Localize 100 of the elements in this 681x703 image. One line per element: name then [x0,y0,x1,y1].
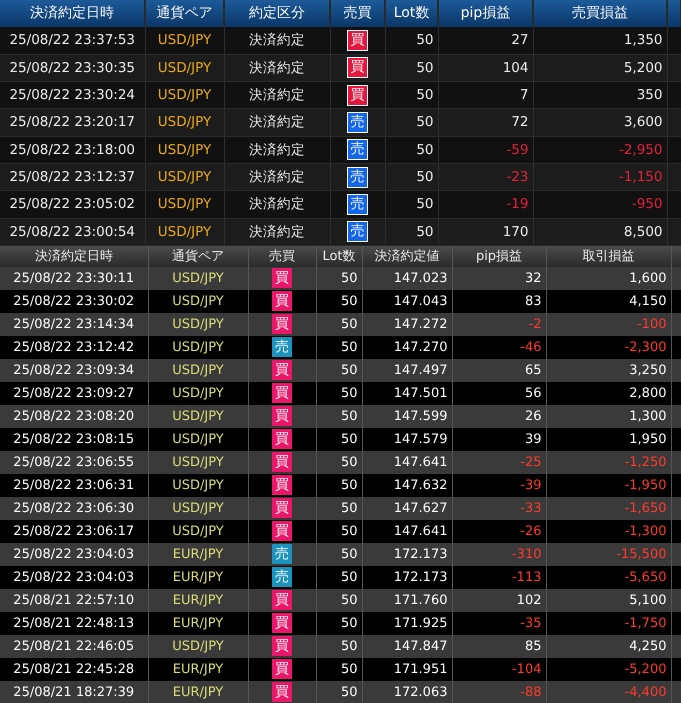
table-cell: 50 [385,54,438,82]
table-cell: 25/08/22 23:08:20 [0,404,148,428]
table-cell: -88 [452,680,546,703]
table-cell: USD/JPY [148,266,248,290]
table-cell: 26 [452,404,546,428]
table-cell: USD/JPY [148,450,248,474]
table-cell: USD/JPY [145,136,224,164]
side-badge: 買 [272,590,292,610]
table-cell: 85 [452,634,546,658]
table-cell: -4,400 [546,680,671,703]
table-cell: 25/08/22 23:04:03 [0,566,148,589]
table-cell: -23 [438,163,533,191]
table-cell: 5,100 [546,588,671,612]
side-badge: 買 [272,360,292,380]
side-badge: 買 [347,30,368,51]
table-cell: 25/08/22 23:37:53 [0,27,145,54]
side-badge: 買 [272,498,292,518]
table-cell: 50 [316,336,362,359]
table-cell: 3,250 [546,358,671,382]
table-cell: -59 [438,136,533,164]
table-cell: -5,650 [546,566,671,589]
table-cell: 決済約定 [224,163,330,191]
side-badge: 売 [347,112,368,134]
table-cell: 3,600 [533,108,667,136]
table-cell: 25/08/22 23:12:42 [0,336,148,359]
table-cell: 50 [316,520,362,543]
table-cell: 4,150 [546,290,671,313]
table-cell: USD/JPY [148,428,248,451]
table-cell: -1,150 [533,163,667,191]
table-cell: 50 [316,566,362,589]
table-cell: USD/JPY [148,520,248,543]
table-cell: 104 [438,54,533,82]
table-cell: 50 [316,382,362,405]
table-cell: 25/08/21 22:48:13 [0,612,148,635]
side-badge: 買 [272,314,292,334]
column-header[interactable]: 売買損益 [533,0,667,27]
column-header[interactable]: 決済約定日時 [0,0,145,27]
table-cell: 決済約定 [224,108,330,136]
table-cell: 1,950 [546,428,671,451]
column-header[interactable]: 売買 [330,0,385,27]
table-cell: 25/08/22 23:30:24 [0,82,145,109]
table-cell: 決済約定 [224,54,330,82]
table-cell: 25/08/22 23:09:34 [0,358,148,382]
table-cell: -113 [452,566,546,589]
table-cell: 50 [385,136,438,164]
table-cell: 27 [438,27,533,54]
column-header[interactable]: 決済約定日時 [0,246,148,267]
table-cell: -39 [452,474,546,497]
table-cell: EUR/JPY [148,566,248,589]
table-cell: USD/JPY [148,382,248,405]
table-cell: 25/08/22 23:06:17 [0,520,148,543]
column-header[interactable]: 通貨ペア [145,0,224,27]
column-header[interactable]: 通貨ペア [148,246,248,267]
column-header[interactable]: Lot数 [316,246,362,267]
column-header[interactable]: 約定区分 [224,0,330,27]
column-header[interactable]: 取引損益 [546,246,671,267]
table-cell: 147.599 [362,404,452,428]
table-cell: 147.627 [362,496,452,520]
side-badge: 買 [272,291,292,312]
table-cell: 決済約定 [224,218,330,246]
table-cell: USD/JPY [148,474,248,497]
table-cell: 147.847 [362,634,452,658]
table-cell: 1,350 [533,27,667,54]
column-header[interactable]: 決済約定値 [362,246,452,267]
table-cell: 50 [316,588,362,612]
table-cell: 25/08/21 22:46:05 [0,634,148,658]
side-badge: 買 [272,521,292,542]
side-badge: 買 [347,57,368,78]
column-header[interactable]: pip損益 [438,0,533,27]
column-header[interactable]: Lot数 [385,0,438,27]
table-cell: EUR/JPY [148,658,248,681]
table-cell: EUR/JPY [148,680,248,703]
table-cell: 25/08/22 23:12:37 [0,163,145,191]
table-cell: -19 [438,190,533,218]
table-cell: 25/08/22 23:30:11 [0,266,148,290]
table-cell: 50 [385,27,438,54]
table-cell: 50 [316,634,362,658]
side-badge: 買 [272,452,292,472]
table-cell: 50 [316,474,362,497]
table-cell: -33 [452,496,546,520]
table-cell: 25/08/21 22:57:10 [0,588,148,612]
table-cell: 147.641 [362,520,452,543]
table-cell: 147.497 [362,358,452,382]
column-header[interactable]: 売買 [248,246,316,267]
table-cell: -26 [452,520,546,543]
table-cell: 25/08/22 23:06:30 [0,496,148,520]
table-cell: USD/JPY [145,218,224,246]
side-badge: 買 [272,406,292,426]
table-cell: USD/JPY [148,336,248,359]
table-cell: 147.023 [362,266,452,290]
table-cell: -1,750 [546,612,671,635]
column-header[interactable]: pip損益 [452,246,546,267]
side-badge: 売 [272,567,292,588]
table-cell: EUR/JPY [148,588,248,612]
table-cell: 171.760 [362,588,452,612]
table-cell: 25/08/22 23:20:17 [0,108,145,136]
table-cell: 172.173 [362,542,452,566]
table-cell: 50 [316,658,362,681]
table-cell: 50 [316,542,362,566]
table-cell: 50 [316,290,362,313]
